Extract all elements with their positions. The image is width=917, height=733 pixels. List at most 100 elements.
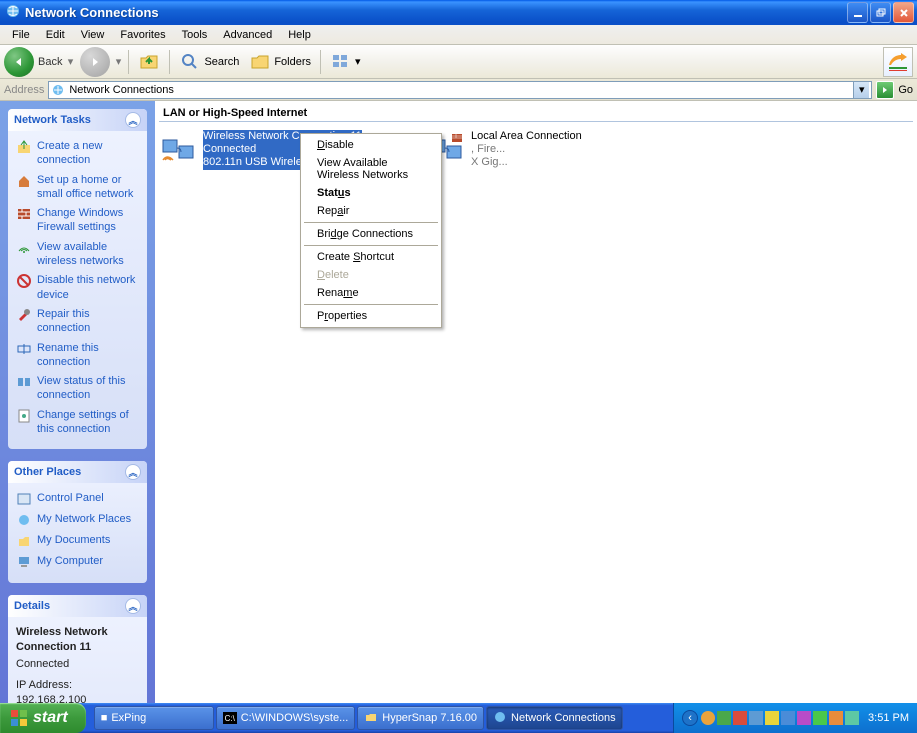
context-separator <box>304 304 438 305</box>
tray-expand-icon[interactable]: ‹ <box>682 710 698 726</box>
task-setup-network[interactable]: Set up a home or small office network <box>16 173 139 202</box>
toolbar: Back ▾ ▾ Search Folders ▾ <box>0 45 917 79</box>
connection-device: X Gig... <box>471 156 582 169</box>
collapse-icon[interactable]: ︽ <box>125 464 141 480</box>
connection-name: Local Area Connection <box>471 130 582 143</box>
documents-icon <box>16 533 32 549</box>
tray-icon <box>781 711 795 725</box>
tray-icon <box>733 711 747 725</box>
window-buttons <box>847 2 914 23</box>
tray-icon <box>749 711 763 725</box>
task-view-wireless[interactable]: View available wireless networks <box>16 240 139 269</box>
folder-icon <box>364 710 378 727</box>
connection-status: , Fire... <box>471 143 582 156</box>
disable-icon <box>16 273 32 289</box>
context-item-view-available-wireless-networks[interactable]: View Available Wireless Networks <box>303 154 439 184</box>
task-firewall[interactable]: Change Windows Firewall settings <box>16 206 139 235</box>
menu-bar: File Edit View Favorites Tools Advanced … <box>0 25 917 45</box>
details-ip: IP Address: 192.168.2.100 <box>16 678 139 703</box>
menu-view[interactable]: View <box>73 27 113 43</box>
details-header[interactable]: Details ︽ <box>8 595 147 617</box>
tray-icon <box>813 711 827 725</box>
context-item-bridge-connections[interactable]: Bridge Connections <box>303 225 439 243</box>
taskbar-network-connections[interactable]: Network Connections <box>486 706 623 730</box>
close-button[interactable] <box>893 2 914 23</box>
place-my-computer[interactable]: My Computer <box>16 554 139 570</box>
menu-help[interactable]: Help <box>280 27 319 43</box>
title-bar: Network Connections <box>0 0 917 25</box>
menu-favorites[interactable]: Favorites <box>112 27 173 43</box>
connection-lan[interactable]: Local Area Connection , Fire... X Gig... <box>427 130 607 170</box>
menu-file[interactable]: File <box>4 27 38 43</box>
context-item-rename[interactable]: Rename <box>303 284 439 302</box>
network-places-icon <box>16 512 32 528</box>
tray-icon <box>829 711 843 725</box>
system-tray: ‹ 3:51 PM <box>673 703 917 733</box>
firewall-icon <box>16 206 32 222</box>
tray-clock[interactable]: 3:51 PM <box>868 712 909 724</box>
task-rename[interactable]: Rename this connection <box>16 341 139 370</box>
forward-button[interactable] <box>80 47 110 77</box>
main-pane: LAN or High-Speed Internet Wireless Netw… <box>155 101 917 703</box>
tray-icon <box>717 711 731 725</box>
context-item-delete: Delete <box>303 266 439 284</box>
network-tasks-header[interactable]: Network Tasks ︽ <box>8 109 147 131</box>
task-change-settings[interactable]: Change settings of this connection <box>16 408 139 437</box>
other-places-header[interactable]: Other Places ︽ <box>8 461 147 483</box>
task-view-status[interactable]: View status of this connection <box>16 374 139 403</box>
views-button[interactable]: ▾ <box>325 49 366 75</box>
new-connection-icon <box>16 139 32 155</box>
address-dropdown[interactable]: ▾ <box>853 82 869 98</box>
place-network-places[interactable]: My Network Places <box>16 512 139 528</box>
taskbar-exping[interactable]: ■ExPing <box>94 706 214 730</box>
tray-icon <box>797 711 811 725</box>
taskbar-cmd[interactable]: C:\C:\WINDOWS\syste... <box>216 706 356 730</box>
task-repair[interactable]: Repair this connection <box>16 307 139 336</box>
context-item-disable[interactable]: Disable <box>303 136 439 154</box>
task-disable-device[interactable]: Disable this network device <box>16 273 139 302</box>
menu-advanced[interactable]: Advanced <box>215 27 280 43</box>
place-my-documents[interactable]: My Documents <box>16 533 139 549</box>
context-item-status[interactable]: Status <box>303 184 439 202</box>
tray-icons[interactable] <box>701 711 859 725</box>
app-icon: ■ <box>101 712 108 724</box>
restore-button[interactable] <box>870 2 891 23</box>
collapse-icon[interactable]: ︽ <box>125 112 141 128</box>
settings-icon <box>16 408 32 424</box>
status-icon <box>16 374 32 390</box>
content-area: Network Tasks ︽ Create a new connection … <box>0 101 917 703</box>
window-title: Network Connections <box>25 5 847 20</box>
address-field[interactable]: Network Connections ▾ <box>48 81 872 99</box>
back-button[interactable] <box>4 47 34 77</box>
taskbar-buttons: ■ExPing C:\C:\WINDOWS\syste... HyperSnap… <box>94 706 623 730</box>
go-button[interactable] <box>876 81 894 99</box>
folders-button[interactable]: Folders <box>244 49 316 75</box>
task-create-connection[interactable]: Create a new connection <box>16 139 139 168</box>
up-button[interactable] <box>133 49 165 75</box>
place-control-panel[interactable]: Control Panel <box>16 491 139 507</box>
tray-icon <box>845 711 859 725</box>
context-separator <box>304 222 438 223</box>
category-header: LAN or High-Speed Internet <box>159 101 913 122</box>
address-label: Address <box>4 84 44 96</box>
control-panel-icon <box>16 491 32 507</box>
context-menu: DisableView Available Wireless NetworksS… <box>300 133 442 328</box>
taskbar-hypersnap[interactable]: HyperSnap 7.16.00 <box>357 706 484 730</box>
back-dropdown[interactable]: ▾ <box>64 55 76 68</box>
details-panel: Details ︽ Wireless Network Connection 11… <box>8 595 147 703</box>
collapse-icon[interactable]: ︽ <box>125 598 141 614</box>
wireless-connection-icon <box>159 130 199 170</box>
forward-dropdown[interactable]: ▾ <box>112 55 124 68</box>
menu-tools[interactable]: Tools <box>174 27 216 43</box>
minimize-button[interactable] <box>847 2 868 23</box>
details-status: Connected <box>16 657 139 672</box>
network-tasks-panel: Network Tasks ︽ Create a new connection … <box>8 109 147 449</box>
start-button[interactable]: start <box>0 703 86 733</box>
context-item-create-shortcut[interactable]: Create Shortcut <box>303 248 439 266</box>
search-button[interactable]: Search <box>174 49 244 75</box>
context-item-properties[interactable]: Properties <box>303 307 439 325</box>
sidebar: Network Tasks ︽ Create a new connection … <box>0 101 155 703</box>
menu-edit[interactable]: Edit <box>38 27 73 43</box>
context-item-repair[interactable]: Repair <box>303 202 439 220</box>
go-label: Go <box>898 84 913 96</box>
